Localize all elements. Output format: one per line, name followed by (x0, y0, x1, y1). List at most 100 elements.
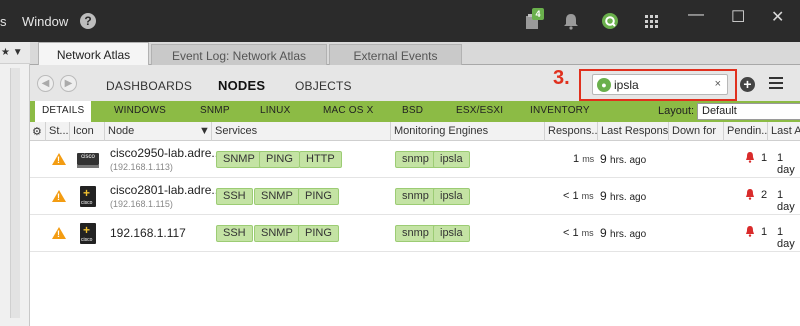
table-row[interactable]: ! + cisco cisco2801-lab.adre... (192.168.… (30, 178, 800, 215)
column-last-response[interactable]: Last Response (598, 122, 669, 141)
cisco-switch-icon: cisco (77, 153, 99, 165)
layout-label: Layout: (658, 105, 695, 117)
column-services[interactable]: Services (212, 122, 391, 141)
tab-network-atlas[interactable]: Network Atlas (38, 42, 149, 66)
service-pill[interactable]: PING (298, 188, 339, 205)
clear-search-icon[interactable]: × (715, 78, 721, 90)
pending-bell-icon (746, 226, 754, 237)
search-field[interactable]: ● × (592, 74, 728, 95)
service-pill[interactable]: SNMP (216, 151, 262, 168)
service-pill[interactable]: PING (298, 225, 339, 242)
forward-arrow-icon[interactable]: ▶ (60, 75, 77, 92)
pending-bell-icon (746, 152, 754, 163)
engine-pill[interactable]: ipsla (433, 225, 470, 242)
filter-tab-inventory[interactable]: INVENTORY (530, 105, 590, 116)
filter-tab-macosx[interactable]: MAC OS X (323, 105, 374, 116)
last-alarm: 1 day (777, 152, 795, 176)
filter-tab-snmp[interactable]: SNMP (200, 105, 230, 116)
service-pill[interactable]: SNMP (254, 225, 300, 242)
column-response[interactable]: Respons... (545, 122, 598, 141)
node-ip: (192.168.1.113) (110, 162, 173, 172)
layout-value: Default (702, 105, 737, 117)
response-time: < 1 ms (563, 190, 594, 202)
tab-event-log[interactable]: Event Log: Network Atlas (151, 44, 327, 65)
column-monitoring-engines[interactable]: Monitoring Engines (391, 122, 545, 141)
column-pending[interactable]: Pendin... (724, 122, 768, 141)
cisco-router-icon: + cisco (80, 223, 96, 244)
switch-base (77, 165, 99, 168)
search-input[interactable] (614, 77, 704, 93)
title-bar: s Window ? 4 — ☐ ✕ (0, 0, 800, 42)
service-pill[interactable]: SSH (216, 188, 253, 205)
grid-body: ! cisco cisco2950-lab.adre... (192.168.1… (30, 141, 800, 326)
service-pill[interactable]: HTTP (299, 151, 342, 168)
menu-item-window[interactable]: Window (22, 14, 68, 29)
service-pill[interactable]: SNMP (254, 188, 300, 205)
pending-count: 1 (761, 152, 768, 164)
column-status[interactable]: St... (46, 122, 70, 141)
node-name[interactable]: cisco2950-lab.adre... (110, 146, 221, 160)
tab-strip: Network Atlas Event Log: Network Atlas E… (30, 42, 800, 66)
nav-nodes[interactable]: NODES (218, 78, 265, 93)
left-pane-scrollbar[interactable] (10, 68, 20, 318)
column-icon[interactable]: Icon (70, 122, 105, 141)
engine-pill[interactable]: ipsla (433, 188, 470, 205)
filter-tab-windows[interactable]: WINDOWS (114, 105, 166, 116)
app-logo-icon[interactable] (600, 12, 620, 30)
last-response: 9 hrs. ago (600, 152, 647, 166)
pending-count: 1 (761, 226, 768, 238)
pending-bell-icon (746, 189, 754, 200)
menu-item-partial[interactable]: s (0, 14, 7, 29)
response-time: 1 ms (573, 153, 595, 165)
service-pill[interactable]: SSH (216, 225, 253, 242)
left-pane-header[interactable]: ★ ▼ (0, 42, 30, 64)
last-response: 9 hrs. ago (600, 189, 647, 203)
cisco-router-icon: + cisco (80, 186, 96, 207)
filter-tab-linux[interactable]: LINUX (260, 105, 290, 116)
search-logo-icon: ● (597, 78, 611, 92)
sort-down-icon[interactable]: ▼ (196, 122, 212, 141)
filter-tab-esx[interactable]: ESX/ESXI (456, 105, 503, 116)
pending-count: 2 (761, 189, 768, 201)
engine-pill[interactable]: snmp (395, 188, 436, 205)
column-settings-icon[interactable]: ⚙ (30, 122, 46, 141)
warning-mark: ! (57, 155, 60, 165)
engine-pill[interactable]: snmp (395, 225, 436, 242)
node-name[interactable]: 192.168.1.117 (110, 226, 186, 240)
node-ip: (192.168.1.115) (110, 199, 173, 209)
node-name[interactable]: cisco2801-lab.adre... (110, 183, 221, 197)
filter-tab-bsd[interactable]: BSD (402, 105, 423, 116)
table-row[interactable]: ! cisco cisco2950-lab.adre... (192.168.1… (30, 141, 800, 178)
back-arrow-icon[interactable]: ◀ (37, 75, 54, 92)
last-response: 9 hrs. ago (600, 226, 647, 240)
add-icon[interactable]: + (740, 77, 755, 92)
grid-menu-icon[interactable] (641, 12, 661, 30)
help-icon[interactable]: ? (80, 13, 96, 29)
table-row[interactable]: ! + cisco 192.168.1.117 SSH SNMP PING snm… (30, 215, 800, 252)
nav-objects[interactable]: OBJECTS (295, 79, 352, 93)
step-annotation: 3. (553, 67, 570, 89)
nav-dashboards[interactable]: DASHBOARDS (106, 79, 192, 93)
hamburger-menu-icon[interactable] (769, 77, 783, 91)
close-icon[interactable]: ✕ (771, 7, 784, 27)
maximize-icon[interactable]: ☐ (731, 7, 745, 27)
engine-pill[interactable]: snmp (395, 151, 436, 168)
last-alarm: 1 day (777, 226, 795, 250)
left-pane: ★ ▼ (0, 42, 30, 326)
column-down-for[interactable]: Down for (669, 122, 724, 141)
notification-badge: 4 (532, 8, 544, 20)
bell-icon[interactable] (561, 12, 581, 30)
minimize-icon[interactable]: — (688, 6, 704, 24)
warning-mark: ! (57, 229, 60, 239)
service-pill[interactable]: PING (259, 151, 300, 168)
column-last-a[interactable]: Last A (768, 122, 800, 141)
filter-bar: DETAILS WINDOWS SNMP LINUX MAC OS X BSD … (30, 101, 800, 122)
response-time: < 1 ms (563, 227, 594, 239)
filter-tab-details[interactable]: DETAILS (35, 101, 92, 122)
engine-pill[interactable]: ipsla (433, 151, 470, 168)
layout-select[interactable]: Default ▼ (697, 103, 800, 120)
tab-external-events[interactable]: External Events (329, 44, 462, 65)
grid-header: ⚙ St... Icon Node ▼ Services Monitoring … (30, 122, 800, 141)
warning-mark: ! (57, 192, 60, 202)
last-alarm: 1 day (777, 189, 795, 213)
